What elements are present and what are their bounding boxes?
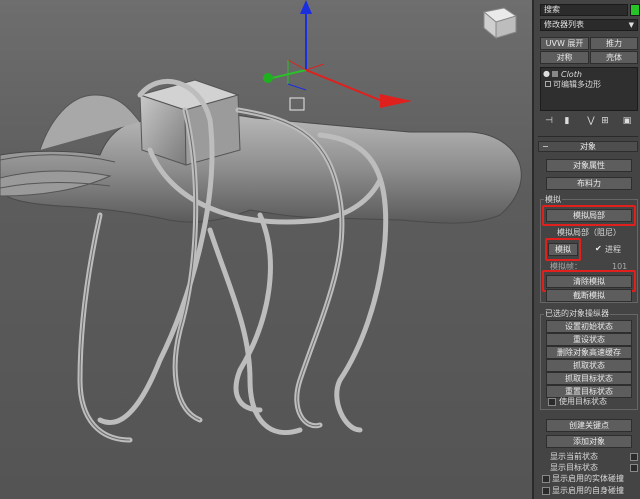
command-panel: 搜索 修改器列表 ▼ UVW 展开 推力 对称 壳体 ● Cloth 可编辑多边… [532, 0, 640, 499]
remove-modifier-icon[interactable]: ⊞ [600, 116, 610, 126]
object-color-swatch[interactable] [630, 4, 640, 16]
highlight-box-simulate [545, 238, 581, 261]
show-enabled-self-collision-checkbox[interactable] [542, 487, 550, 495]
expand-icon[interactable] [545, 81, 551, 87]
rollout-title: 对象 [580, 142, 596, 151]
use-target-state-checkbox[interactable] [548, 398, 556, 406]
add-object-button[interactable]: 添加对象 [546, 435, 632, 448]
selected-object-group-label: 已选的对象操纵器 [544, 309, 610, 319]
simulation-group-label: 模拟 [544, 195, 562, 205]
progress-label: 进程 [605, 245, 621, 254]
scene-render [0, 0, 522, 443]
check-icon[interactable]: ✔ [595, 244, 602, 253]
perspective-viewport[interactable] [0, 0, 532, 499]
modifier-list-dropdown[interactable]: 修改器列表 ▼ [540, 19, 638, 31]
make-unique-icon[interactable]: ⋁ [586, 116, 596, 126]
show-current-state-checkbox[interactable] [630, 453, 638, 461]
push-button[interactable]: 推力 [590, 37, 638, 50]
show-target-state-label: 显示目标状态 [550, 463, 598, 472]
object-properties-button[interactable]: 对象属性 [546, 159, 632, 172]
cloth-forces-button[interactable]: 布料力 [546, 177, 632, 190]
lightbulb-icon[interactable]: ● [543, 69, 550, 78]
simulate-local-damped-label[interactable]: 模拟局部（阻尼） [546, 228, 632, 238]
reset-state-button[interactable]: 重设状态 [546, 333, 632, 346]
delete-object-cache-button[interactable]: 删除对象高速缓存 [546, 346, 632, 359]
show-enabled-solid-collision-checkbox[interactable] [542, 475, 550, 483]
chevron-down-icon: ▼ [628, 21, 634, 29]
set-initial-state-button[interactable]: 设置初始状态 [546, 320, 632, 333]
configure-icon[interactable]: ▣ [622, 116, 632, 126]
stack-item-cloth[interactable]: ● Cloth [543, 69, 635, 80]
move-gizmo[interactable] [263, 0, 412, 111]
search-field[interactable]: 搜索 [540, 4, 628, 16]
show-end-result-icon[interactable]: ▮ [562, 116, 572, 126]
modifier-list-label: 修改器列表 [544, 20, 584, 29]
uvw-unwrap-button[interactable]: UVW 展开 [540, 37, 589, 50]
grab-state-button[interactable]: 抓取状态 [546, 359, 632, 372]
show-target-state-checkbox[interactable] [630, 464, 638, 472]
show-current-state-label: 显示当前状态 [550, 452, 598, 461]
create-keyframe-button[interactable]: 创建关键点 [546, 419, 632, 432]
show-enabled-solid-collision-label: 显示启用的实体碰撞 [552, 474, 624, 483]
grab-target-state-button[interactable]: 抓取目标状态 [546, 372, 632, 385]
modifier-stack: ● Cloth 可编辑多边形 [540, 67, 638, 111]
shell-button[interactable]: 壳体 [590, 51, 638, 64]
stack-item-label: Cloth [561, 70, 582, 79]
stack-item-label: 可编辑多边形 [553, 80, 601, 89]
highlight-box-simulate-local [542, 205, 636, 226]
object-rollout-header[interactable]: − 对象 [538, 141, 638, 152]
show-enabled-self-collision-label: 显示启用的自身碰撞 [552, 486, 624, 495]
pin-stack-icon[interactable]: ⊣ [544, 116, 554, 126]
symmetry-button[interactable]: 对称 [540, 51, 589, 64]
modifier-toggle-icon[interactable] [552, 71, 558, 77]
divider [538, 136, 638, 137]
use-target-state-label: 使用目标状态 [559, 397, 607, 406]
stack-item-editable-poly[interactable]: 可编辑多边形 [543, 80, 635, 90]
viewcube[interactable] [482, 7, 518, 40]
truncate-simulation-button[interactable]: 截断模拟 [546, 289, 632, 302]
